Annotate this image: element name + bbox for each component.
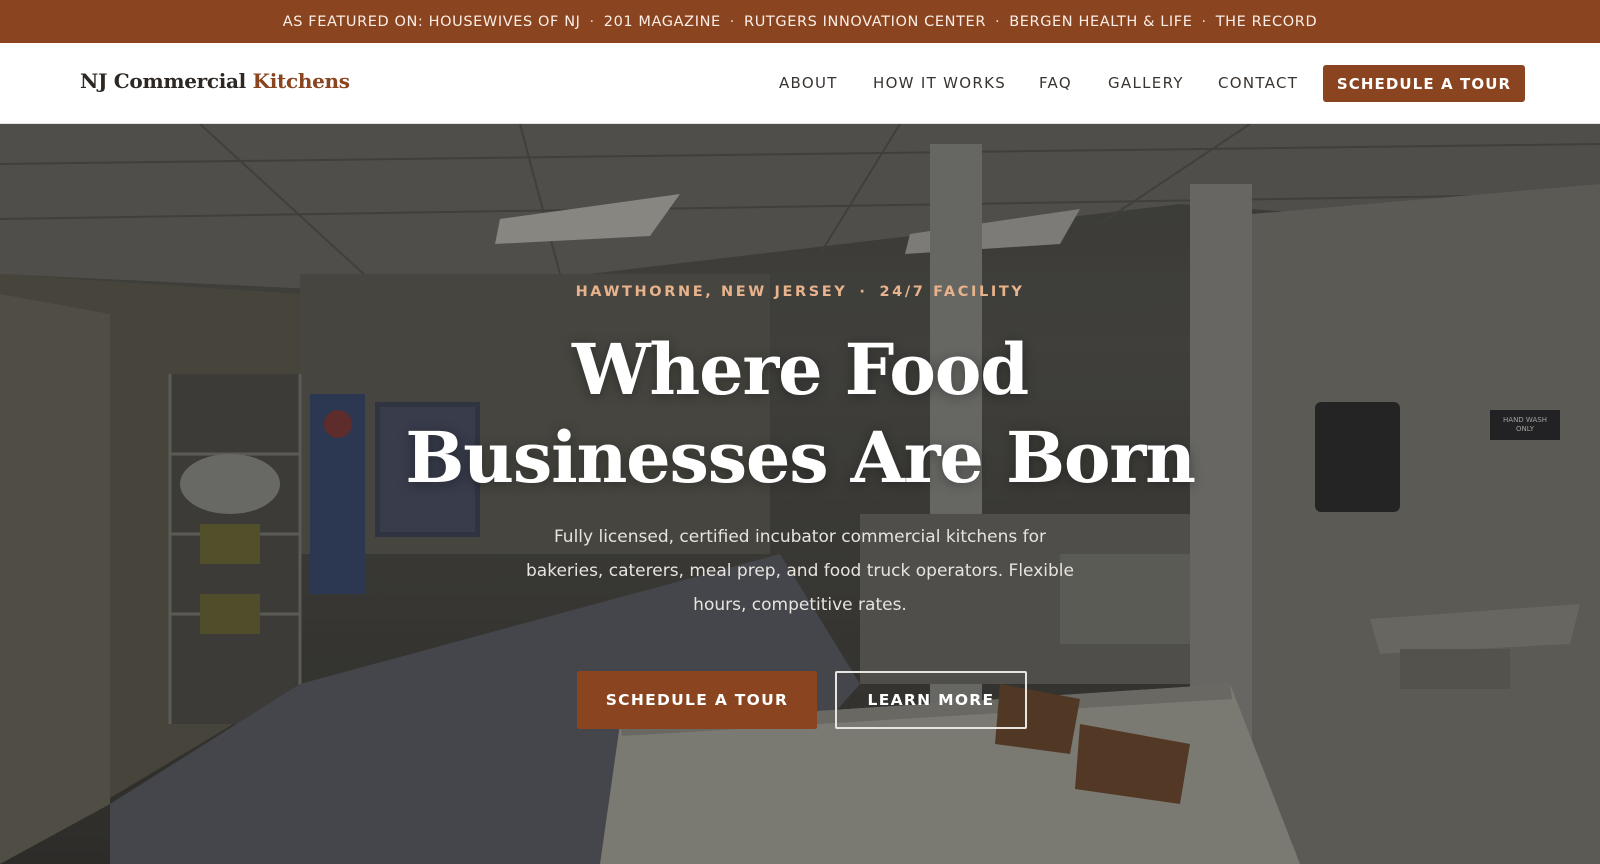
main-navigation: NJ Commercial Kitchens ABOUT HOW IT WORK…: [0, 43, 1600, 124]
hero-learn-more-button[interactable]: LEARN MORE: [835, 671, 1027, 729]
nav-link-how-it-works[interactable]: HOW IT WORKS: [873, 74, 1006, 92]
nav-link-gallery[interactable]: GALLERY: [1108, 74, 1184, 92]
featured-item: AS FEATURED ON: HOUSEWIVES OF NJ: [282, 13, 581, 30]
hero-hours: 24/7 FACILITY: [879, 284, 1025, 300]
featured-item: BERGEN HEALTH & LIFE: [1009, 13, 1193, 30]
featured-separator: ·: [589, 13, 595, 30]
site-logo[interactable]: NJ Commercial Kitchens: [80, 69, 350, 93]
nav-link-contact[interactable]: CONTACT: [1218, 74, 1298, 92]
featured-item: RUTGERS INNOVATION CENTER: [744, 13, 986, 30]
hero-headline: Where Food Businesses Are Born: [0, 326, 1600, 502]
logo-accent-text: Kitchens: [252, 69, 350, 93]
featured-item: 201 MAGAZINE: [603, 13, 721, 30]
featured-separator: ·: [729, 13, 736, 30]
hero-headline-line-2: Businesses Are Born: [405, 416, 1196, 499]
hero-schedule-tour-button[interactable]: SCHEDULE A TOUR: [577, 671, 817, 729]
nav-schedule-tour-button[interactable]: SCHEDULE A TOUR: [1323, 65, 1525, 102]
hero-eyebrow-separator: ·: [859, 284, 868, 300]
featured-separator: ·: [995, 13, 1001, 30]
hero-section: HAND WASH ONLY HAWTHORNE, NEW JERSEY · 24/7…: [0, 124, 1600, 864]
featured-item: THE RECORD: [1215, 13, 1318, 30]
hero-location: HAWTHORNE, NEW JERSEY: [575, 284, 848, 300]
hero-headline-line-1: Where Food: [571, 328, 1029, 411]
featured-separator: ·: [1201, 13, 1207, 30]
nav-link-about[interactable]: ABOUT: [779, 74, 838, 92]
nav-link-faq[interactable]: FAQ: [1039, 74, 1072, 92]
featured-on-bar: AS FEATURED ON: HOUSEWIVES OF NJ · 201 M…: [0, 0, 1600, 43]
hero-subheading: Fully licensed, certified incubator comm…: [526, 527, 1074, 615]
hero-eyebrow: HAWTHORNE, NEW JERSEY · 24/7 FACILITY: [0, 284, 1600, 300]
logo-text: NJ Commercial: [80, 69, 246, 93]
